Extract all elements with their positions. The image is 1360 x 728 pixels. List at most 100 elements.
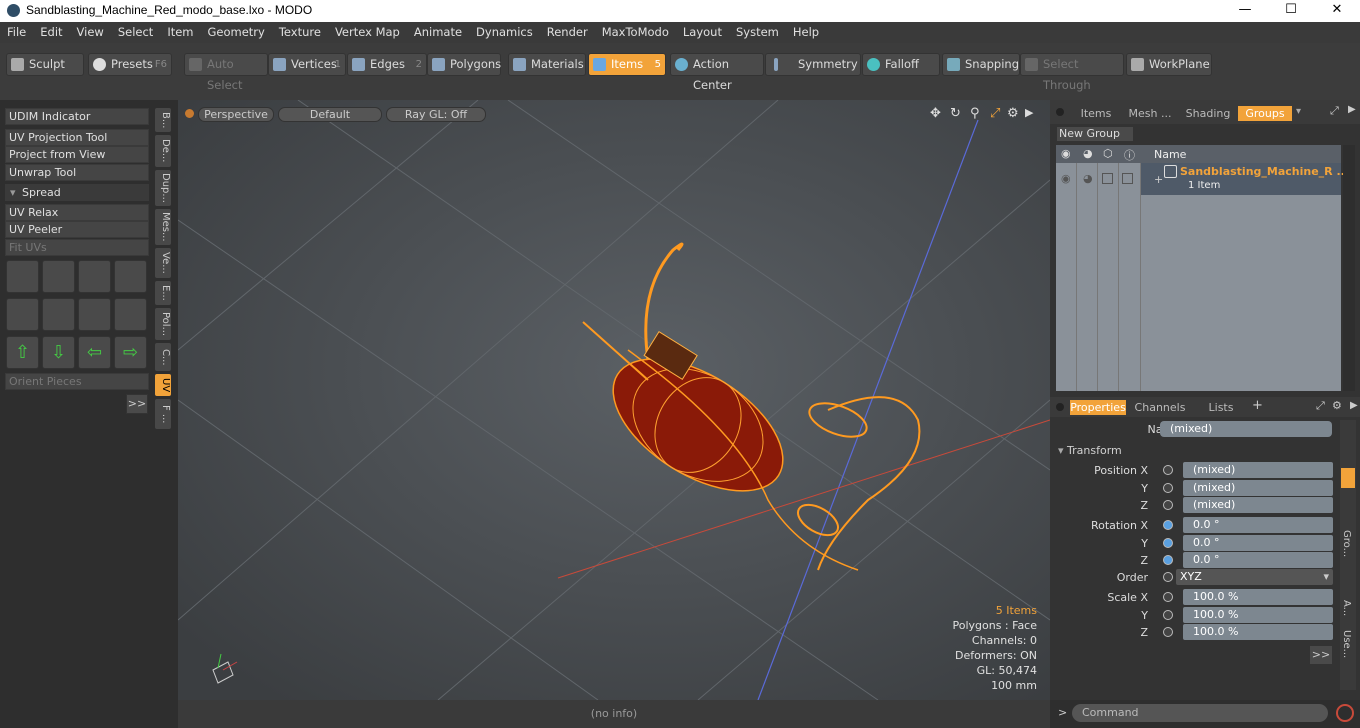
menu-maxtomodo[interactable]: MaxToModo (595, 22, 676, 43)
maximize-button[interactable]: ☐ (1268, 0, 1314, 22)
row-eye-icon[interactable]: ◉ (1061, 172, 1071, 185)
move-view-icon[interactable]: ✥ (930, 106, 941, 121)
rotation-x-field[interactable]: 0.0 ° (1183, 517, 1333, 533)
new-group-button[interactable]: New Group (1056, 126, 1134, 142)
falloff-button[interactable]: Falloff (862, 53, 940, 76)
scale-y-field[interactable]: 100.0 % (1183, 607, 1333, 623)
menu-geometry[interactable]: Geometry (201, 22, 272, 43)
rotation-y-field[interactable]: 0.0 ° (1183, 535, 1333, 551)
row-lock-checkbox[interactable] (1102, 173, 1113, 184)
uv-relax-button[interactable]: UV Relax (5, 204, 149, 221)
menu-edit[interactable]: Edit (33, 22, 69, 43)
sculpt-button[interactable]: Sculpt (6, 53, 84, 76)
vtab-e[interactable]: E... (155, 281, 171, 305)
menu-animate[interactable]: Animate (407, 22, 469, 43)
keyframe-dot-icon[interactable] (1163, 592, 1173, 602)
tab-lists[interactable]: Lists (1194, 400, 1248, 415)
unwrap-tool-button[interactable]: Unwrap Tool (5, 164, 149, 181)
scale-z-field[interactable]: 100.0 % (1183, 624, 1333, 640)
position-y-field[interactable]: (mixed) (1183, 480, 1333, 496)
menu-select[interactable]: Select (111, 22, 160, 43)
menu-layout[interactable]: Layout (676, 22, 729, 43)
vtab-b[interactable]: B... (155, 108, 171, 132)
uv-projection-tool-button[interactable]: UV Projection Tool (5, 129, 149, 146)
add-tab-icon[interactable]: + (1252, 398, 1263, 413)
perspective-dropdown[interactable]: Perspective (198, 107, 274, 122)
side-tab-a[interactable]: A... (1341, 600, 1352, 616)
rotate-view-icon[interactable]: ↻ (950, 106, 961, 121)
workplane-button[interactable]: WorkPlane (1126, 53, 1212, 76)
vtab-c[interactable]: C... (155, 343, 171, 371)
vtab-uv[interactable]: UV (155, 374, 171, 396)
uv-pyramid-icon[interactable] (78, 298, 111, 331)
uv-rotate-tool-icon[interactable] (42, 260, 75, 293)
uv-peeler-button[interactable]: UV Peeler (5, 221, 149, 238)
keyframe-dot-icon[interactable] (1163, 555, 1173, 565)
fit-uvs-button[interactable]: Fit UVs (5, 239, 149, 256)
uv-plane-icon[interactable] (42, 298, 75, 331)
command-input[interactable]: Command (1072, 704, 1328, 722)
action-center-button[interactable]: Action Center (670, 53, 764, 92)
props-menu-icon[interactable] (1056, 403, 1064, 411)
tab-items[interactable]: Items (1070, 106, 1122, 121)
tabs-dropdown-icon[interactable]: ▾ (1296, 106, 1301, 117)
keyframe-dot-icon[interactable] (1163, 538, 1173, 548)
uv-unwrap-cube-icon[interactable] (6, 298, 39, 331)
keyframe-dot-icon[interactable] (1163, 465, 1173, 475)
vtab-mes[interactable]: Mes... (155, 209, 171, 245)
viewport-settings-icon[interactable]: ⚙ (1007, 106, 1019, 121)
props-arrow-icon[interactable]: ▶ (1350, 400, 1358, 411)
close-button[interactable]: ✕ (1314, 0, 1360, 22)
tab-channels[interactable]: Channels (1130, 400, 1190, 415)
vtab-de[interactable]: De... (155, 135, 171, 167)
zoom-view-icon[interactable]: ⚲ (970, 106, 980, 121)
tab-mesh[interactable]: Mesh ... (1124, 106, 1176, 121)
project-from-view-button[interactable]: Project from View (5, 146, 149, 163)
viewport-menu-icon[interactable] (185, 109, 194, 118)
polygons-button[interactable]: Polygons (427, 53, 501, 76)
menu-system[interactable]: System (729, 22, 786, 43)
vtab-ve[interactable]: Ve... (155, 248, 171, 278)
side-tab-gro[interactable]: Gro... (1341, 530, 1352, 557)
group-name[interactable]: Sandblasting_Machine_R ... (1180, 165, 1349, 178)
props-more-button[interactable]: >> (1309, 645, 1333, 665)
maximize-panel-icon[interactable]: ⤢ (1330, 104, 1339, 118)
snapping-button[interactable]: Snapping (942, 53, 1020, 76)
keyframe-dot-icon[interactable] (1163, 627, 1173, 637)
materials-button[interactable]: Materials (508, 53, 586, 76)
vtab-f[interactable]: F ... (155, 399, 171, 429)
arrow-down-icon[interactable]: ⇩ (42, 336, 75, 369)
order-dropdown[interactable]: XYZ ▾ (1176, 569, 1333, 585)
more-button[interactable]: >> (126, 394, 148, 414)
menu-dynamics[interactable]: Dynamics (469, 22, 540, 43)
side-tab-use[interactable]: Use... (1341, 630, 1352, 658)
arrow-left-icon[interactable]: ⇦ (78, 336, 111, 369)
transform-section[interactable]: ▾ Transform (1058, 444, 1338, 459)
props-settings-icon[interactable]: ⚙ (1332, 399, 1342, 412)
keyframe-dot-icon[interactable] (1163, 483, 1173, 493)
fit-view-icon[interactable]: ⤢ (990, 106, 1000, 121)
tab-shading[interactable]: Shading (1180, 106, 1236, 121)
shading-dropdown[interactable]: Default (278, 107, 382, 122)
groups-scrollbar[interactable] (1343, 145, 1355, 391)
keyframe-dot-icon[interactable] (1163, 572, 1173, 582)
name-field[interactable]: (mixed) (1160, 421, 1332, 437)
menu-file[interactable]: File (0, 22, 33, 43)
side-tab-active[interactable] (1341, 468, 1355, 488)
3d-viewport[interactable]: Perspective Default Ray GL: Off ✥ ↻ ⚲ ⤢ … (178, 100, 1050, 700)
vertices-button[interactable]: Vertices 1 (268, 53, 346, 76)
keyframe-dot-icon[interactable] (1163, 520, 1173, 530)
auto-select-button[interactable]: Auto Select (184, 53, 268, 92)
expand-plus-icon[interactable]: + (1154, 173, 1163, 186)
select-through-button[interactable]: Select Through (1020, 53, 1124, 92)
rotation-z-field[interactable]: 0.0 ° (1183, 552, 1333, 568)
udim-indicator-button[interactable]: UDIM Indicator (5, 108, 149, 125)
scale-x-field[interactable]: 100.0 % (1183, 589, 1333, 605)
spread-section[interactable]: ▾ Spread (5, 184, 149, 201)
uv-transform-tool-icon[interactable] (114, 260, 147, 293)
arrow-right-icon[interactable]: ⇨ (114, 336, 147, 369)
presets-button[interactable]: Presets F6 (88, 53, 172, 76)
panel-menu-icon[interactable] (1056, 108, 1064, 116)
uv-grid-icon[interactable] (114, 298, 147, 331)
keyframe-dot-icon[interactable] (1163, 500, 1173, 510)
